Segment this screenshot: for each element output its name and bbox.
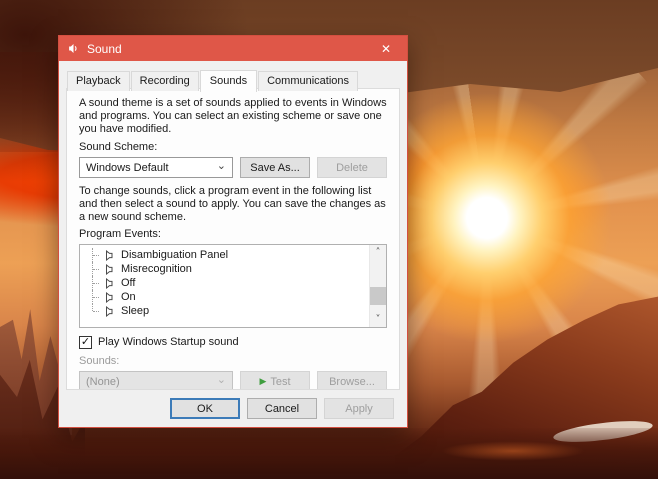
list-item-off[interactable]: Off (84, 276, 369, 290)
list-item-on[interactable]: On (84, 290, 369, 304)
titlebar[interactable]: Sound ✕ (59, 36, 407, 61)
sounds-value: (None) (86, 376, 120, 388)
dialog-footer: OK Cancel Apply (59, 390, 407, 427)
tree-connector (87, 290, 100, 304)
list-item-label: Sleep (121, 305, 149, 317)
tree-connector (87, 276, 100, 290)
sounds-label: Sounds: (79, 355, 387, 368)
list-item-misrecognition[interactable]: Misrecognition (84, 262, 369, 276)
save-as-button[interactable]: Save As... (240, 157, 310, 178)
apply-button[interactable]: Apply (324, 398, 394, 419)
sound-scheme-value: Windows Default (86, 162, 169, 174)
list-item-label: On (121, 291, 136, 303)
delete-button[interactable]: Delete (317, 157, 387, 178)
close-button[interactable]: ✕ (365, 36, 407, 61)
list-item-label: Misrecognition (121, 263, 192, 275)
startup-sound-label: Play Windows Startup sound (98, 336, 239, 348)
tree-connector (87, 248, 100, 262)
sound-scheme-select[interactable]: Windows Default ⌄ (79, 157, 233, 178)
sound-scheme-label: Sound Scheme: (79, 141, 387, 154)
wallpaper-bottom-glint (418, 438, 608, 464)
speaker-icon (103, 278, 114, 289)
startup-sound-checkbox-row[interactable]: ✓ Play Windows Startup sound (79, 335, 387, 349)
tab-sounds[interactable]: Sounds (200, 70, 257, 92)
scroll-up-button[interactable]: ˄ (370, 245, 386, 260)
sounds-select[interactable]: (None) ⌄ (79, 371, 233, 390)
tab-communications[interactable]: Communications (258, 71, 358, 91)
test-button[interactable]: ▶ Test (240, 371, 310, 390)
scheme-description: A sound theme is a set of sounds applied… (79, 97, 387, 136)
chevron-down-icon: ⌄ (217, 376, 226, 384)
check-icon: ✓ (81, 336, 90, 347)
scroll-down-icon: ˅ (376, 315, 381, 325)
speaker-icon (103, 306, 114, 317)
events-instructions: To change sounds, click a program event … (79, 185, 387, 224)
startup-sound-checkbox[interactable]: ✓ (79, 336, 92, 349)
program-events-rows: Disambiguation Panel Misrecognition Off … (80, 245, 369, 327)
scrollbar-track[interactable] (370, 260, 386, 312)
cancel-button[interactable]: Cancel (247, 398, 317, 419)
tree-connector (87, 262, 100, 276)
sound-app-icon (67, 42, 80, 55)
tab-bar: Playback Recording Sounds Communications (67, 70, 407, 91)
ok-button[interactable]: OK (170, 398, 240, 419)
scroll-down-button[interactable]: ˅ (370, 312, 386, 327)
scroll-up-icon: ˄ (376, 248, 381, 258)
list-item-label: Off (121, 277, 135, 289)
speaker-icon (103, 250, 114, 261)
sounds-tab-panel: A sound theme is a set of sounds applied… (66, 88, 400, 390)
tab-recording[interactable]: Recording (131, 71, 199, 91)
speaker-icon (103, 264, 114, 275)
program-events-label: Program Events: (79, 228, 387, 241)
speaker-icon (103, 292, 114, 303)
sound-dialog-window: Sound ✕ Playback Recording Sounds Commun… (58, 35, 408, 428)
list-item-disambiguation-panel[interactable]: Disambiguation Panel (84, 248, 369, 262)
scrollbar-thumb[interactable] (370, 287, 386, 305)
play-icon: ▶ (259, 377, 266, 387)
close-icon: ✕ (381, 42, 391, 56)
chevron-down-icon: ⌄ (217, 162, 226, 170)
tab-playback[interactable]: Playback (67, 71, 130, 91)
program-events-list[interactable]: Disambiguation Panel Misrecognition Off … (79, 244, 387, 328)
list-item-sleep[interactable]: Sleep (84, 304, 369, 318)
window-title: Sound (87, 42, 122, 56)
test-button-label: Test (270, 376, 290, 388)
list-item-label: Disambiguation Panel (121, 249, 228, 261)
vertical-scrollbar[interactable]: ˄ ˅ (369, 245, 386, 327)
tree-connector (87, 304, 100, 318)
browse-button[interactable]: Browse... (317, 371, 387, 390)
